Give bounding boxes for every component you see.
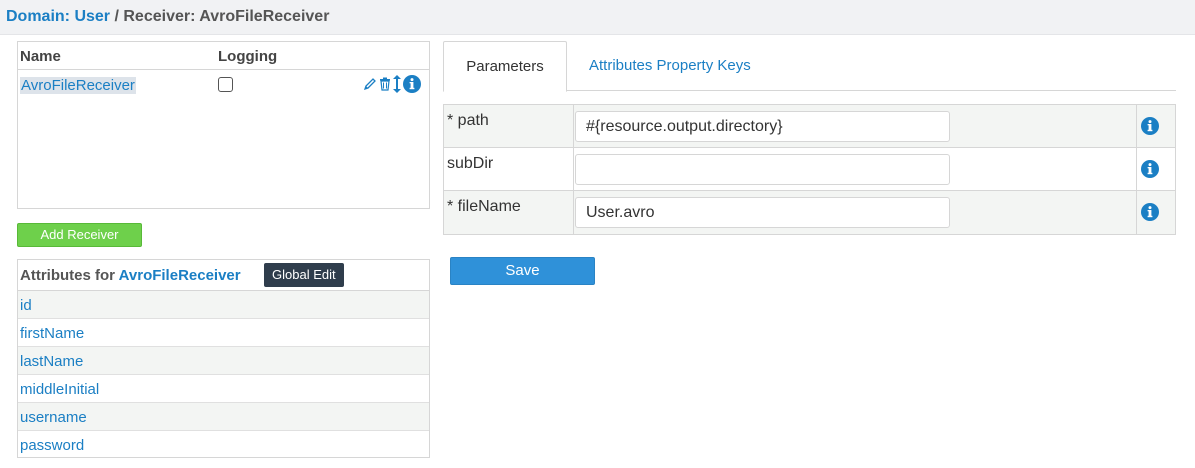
column-divider [573,191,574,234]
breadcrumb-domain-link[interactable]: User [74,8,110,25]
parameter-label: * fileName [447,198,521,215]
breadcrumb: Domain: User / Receiver: AvroFileReceive… [6,8,329,26]
save-button[interactable]: Save [450,257,595,285]
info-circle-icon[interactable] [1141,203,1159,226]
column-divider [1136,105,1137,147]
attribute-link[interactable]: middleInitial [20,381,99,398]
receivers-table-header: Name Logging [18,42,429,70]
attributes-title-receiver: AvroFileReceiver [118,267,241,284]
attribute-link[interactable]: password [20,437,84,454]
parameter-label: * path [447,112,489,129]
parameter-row-filename: * fileName [444,191,1175,234]
tab-parameters[interactable]: Parameters [443,41,567,92]
column-divider [1136,148,1137,190]
attribute-link[interactable]: lastName [20,353,83,370]
receiver-row-actions [363,75,421,93]
add-receiver-button[interactable]: Add Receiver [17,223,142,247]
logging-checkbox[interactable] [218,77,233,92]
info-circle-icon[interactable] [403,75,421,93]
trash-icon[interactable] [379,77,391,91]
column-header-logging: Logging [218,48,278,65]
tab-bar: Parameters Attributes Property Keys [443,41,1176,92]
attribute-item[interactable]: lastName [18,347,429,375]
breadcrumb-domain-prefix: Domain: [6,8,75,25]
receivers-table: Name Logging AvroFileReceiver [17,41,430,209]
attributes-panel-header: Attributes for AvroFileReceiver Global E… [18,260,429,291]
attributes-title-prefix: Attributes for [20,267,119,284]
attribute-item[interactable]: middleInitial [18,375,429,403]
subdir-input[interactable] [575,154,950,185]
attribute-item[interactable]: firstName [18,319,429,347]
receiver-row[interactable]: AvroFileReceiver [18,70,429,100]
info-circle-icon[interactable] [1141,117,1159,140]
path-input[interactable] [575,111,950,142]
page-header: Domain: User / Receiver: AvroFileReceive… [0,0,1195,35]
breadcrumb-receiver: Receiver: AvroFileReceiver [123,8,330,25]
column-header-name: Name [20,48,61,65]
attribute-item[interactable]: password [18,431,429,459]
info-circle-icon[interactable] [1141,160,1159,183]
receiver-name-link[interactable]: AvroFileReceiver [20,77,136,94]
parameter-row-path: * path [444,105,1175,148]
column-divider [573,148,574,190]
parameter-label: subDir [447,155,494,172]
breadcrumb-separator: / [110,8,124,25]
parameters-table: * path subDir * fileName [443,104,1176,235]
attribute-link[interactable]: username [20,409,87,426]
attribute-link[interactable]: id [20,297,32,314]
column-divider [1136,191,1137,234]
filename-input[interactable] [575,197,950,228]
attribute-item[interactable]: username [18,403,429,431]
tab-attributes-property-keys[interactable]: Attributes Property Keys [589,41,751,91]
attributes-panel: Attributes for AvroFileReceiver Global E… [17,259,430,458]
attribute-item[interactable]: id [18,291,429,319]
attribute-link[interactable]: firstName [20,325,84,342]
pencil-icon[interactable] [363,77,377,91]
move-vertical-icon[interactable] [393,75,401,93]
parameter-row-subdir: subDir [444,148,1175,191]
column-divider [573,105,574,147]
global-edit-button[interactable]: Global Edit [264,263,344,287]
attributes-title: Attributes for AvroFileReceiver [20,267,241,284]
